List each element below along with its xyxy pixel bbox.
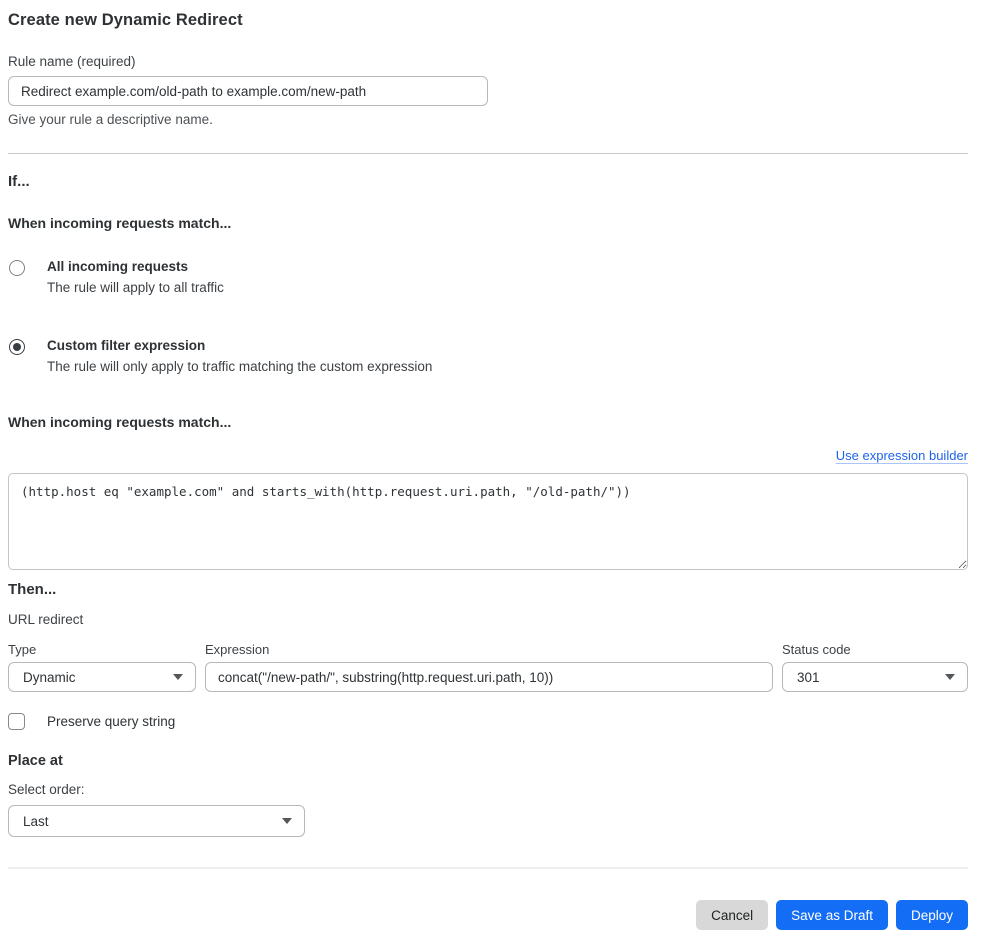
create-redirect-form: Create new Dynamic Redirect Rule name (r… <box>0 0 1000 950</box>
radio-custom-filter-expression[interactable]: Custom filter expression The rule will o… <box>8 338 968 374</box>
checkbox-unchecked-icon[interactable] <box>8 713 25 730</box>
use-expression-builder-link[interactable]: Use expression builder <box>836 448 968 463</box>
expression-subheading: When incoming requests match... <box>8 414 232 430</box>
deploy-button[interactable]: Deploy <box>895 900 968 930</box>
rule-name-input[interactable] <box>8 76 488 106</box>
radio-label: All incoming requests <box>47 259 189 274</box>
preserve-query-string-label: Preserve query string <box>47 714 176 729</box>
chevron-down-icon <box>945 674 955 680</box>
type-select[interactable]: Dynamic <box>8 662 196 692</box>
radio-unselected-icon[interactable] <box>9 260 25 276</box>
chevron-down-icon <box>173 674 183 680</box>
radio-all-incoming-requests[interactable]: All incoming requests The rule will appl… <box>8 259 968 295</box>
radio-description: The rule will only apply to traffic matc… <box>47 359 433 374</box>
status-code-label: Status code <box>782 642 851 657</box>
place-at-heading: Place at <box>8 753 63 769</box>
redirect-expression-input[interactable] <box>205 662 773 692</box>
select-order-label: Select order: <box>8 782 85 797</box>
type-label: Type <box>8 642 37 657</box>
rule-name-label: Rule name (required) <box>8 54 136 69</box>
status-code-select[interactable]: 301 <box>782 662 968 692</box>
radio-description: The rule will apply to all traffic <box>47 280 224 295</box>
cancel-button[interactable]: Cancel <box>696 900 769 930</box>
page-title: Create new Dynamic Redirect <box>8 11 243 29</box>
radio-label: Custom filter expression <box>47 338 206 353</box>
footer-divider <box>8 867 968 869</box>
order-select-value: Last <box>23 813 49 829</box>
incoming-requests-subheading: When incoming requests match... <box>8 215 232 231</box>
save-as-draft-button[interactable]: Save as Draft <box>776 900 888 930</box>
then-heading: Then... <box>8 581 57 598</box>
rule-name-helper: Give your rule a descriptive name. <box>8 112 213 127</box>
expression-label: Expression <box>205 642 270 657</box>
section-divider <box>8 153 968 154</box>
if-heading: If... <box>8 173 30 190</box>
type-select-value: Dynamic <box>23 669 76 685</box>
filter-expression-textarea[interactable]: (http.host eq "example.com" and starts_w… <box>8 473 968 570</box>
radio-selected-icon[interactable] <box>9 339 25 355</box>
url-redirect-label: URL redirect <box>8 612 84 627</box>
preserve-query-string-option[interactable]: Preserve query string <box>8 713 968 730</box>
order-select[interactable]: Last <box>8 805 305 837</box>
footer-actions: Cancel Save as Draft Deploy <box>8 900 968 930</box>
status-code-select-value: 301 <box>797 669 820 685</box>
chevron-down-icon <box>282 818 292 824</box>
